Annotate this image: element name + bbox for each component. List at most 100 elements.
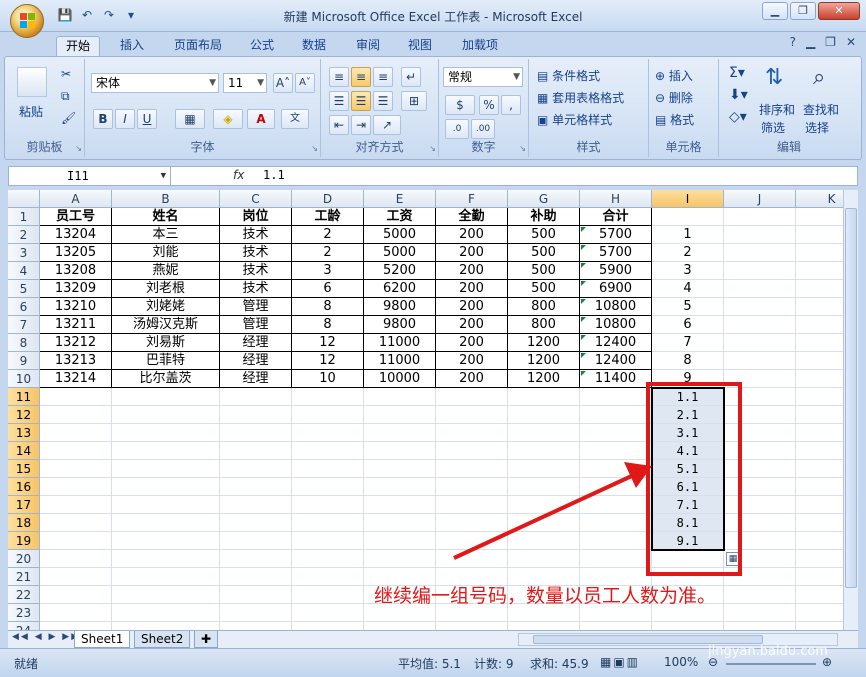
grid-cell[interactable] bbox=[40, 496, 112, 514]
grid-cell[interactable] bbox=[724, 352, 796, 370]
column-header[interactable]: F bbox=[436, 190, 508, 208]
grid-cell[interactable] bbox=[220, 496, 292, 514]
row-header[interactable]: 6 bbox=[8, 298, 40, 316]
comma-icon[interactable]: , bbox=[501, 95, 521, 115]
grid-cell[interactable] bbox=[724, 226, 796, 244]
grid-cell[interactable] bbox=[40, 604, 112, 622]
align-top-icon[interactable]: ≡ bbox=[329, 67, 349, 87]
grid-cell[interactable]: 9800 bbox=[364, 298, 436, 316]
grid-cell[interactable]: 13214 bbox=[40, 370, 112, 388]
grid-cell[interactable]: 11400 bbox=[580, 370, 652, 388]
grid-cell[interactable] bbox=[724, 244, 796, 262]
grid-cell[interactable]: 刘易斯 bbox=[112, 334, 220, 352]
grid-cell[interactable] bbox=[724, 622, 796, 630]
insert-sheet-icon[interactable]: ✚ bbox=[194, 631, 219, 648]
grid-cell[interactable]: 2 bbox=[652, 244, 724, 262]
sort-filter-label-2[interactable]: 筛选 bbox=[761, 119, 785, 136]
grid-cell[interactable] bbox=[508, 388, 580, 406]
grid-cell[interactable] bbox=[364, 532, 436, 550]
grid-cell[interactable]: 200 bbox=[436, 334, 508, 352]
grid-cell[interactable]: 200 bbox=[436, 244, 508, 262]
tab-insert[interactable]: 插入 bbox=[112, 36, 152, 56]
number-format-combo[interactable]: 常规 ▼ bbox=[443, 67, 523, 87]
font-color-icon[interactable]: A bbox=[247, 109, 275, 129]
number-launcher-icon[interactable]: ↘ bbox=[519, 144, 526, 153]
grid-cell[interactable]: 1200 bbox=[508, 352, 580, 370]
grid-cell[interactable] bbox=[436, 388, 508, 406]
grid-cell[interactable]: 10800 bbox=[580, 298, 652, 316]
column-header[interactable]: E bbox=[364, 190, 436, 208]
grid-cell[interactable] bbox=[112, 406, 220, 424]
grid-cell[interactable]: 11000 bbox=[364, 352, 436, 370]
row-header[interactable]: 3 bbox=[8, 244, 40, 262]
grid-cell[interactable]: 1200 bbox=[508, 334, 580, 352]
grid-cell[interactable]: 1 bbox=[652, 226, 724, 244]
ribbon-restore-icon[interactable]: ❐ bbox=[825, 35, 836, 49]
grid-cell[interactable] bbox=[220, 388, 292, 406]
grid-cell[interactable] bbox=[220, 622, 292, 630]
grid-cell[interactable] bbox=[796, 388, 843, 406]
grid-cell[interactable] bbox=[436, 622, 508, 630]
italic-button[interactable]: I bbox=[115, 109, 135, 129]
close-button[interactable]: ✕ bbox=[818, 2, 860, 20]
grid-cell[interactable] bbox=[580, 388, 652, 406]
grid-cell[interactable]: 工资 bbox=[364, 208, 436, 226]
percent-icon[interactable]: % bbox=[479, 95, 499, 115]
font-size-combo[interactable]: 11 ▼ bbox=[223, 73, 267, 93]
grid-cell[interactable] bbox=[40, 478, 112, 496]
grid-cell[interactable]: 全勤 bbox=[436, 208, 508, 226]
grid-cell[interactable]: 800 bbox=[508, 316, 580, 334]
grid-cell[interactable]: 500 bbox=[508, 280, 580, 298]
row-header[interactable]: 18 bbox=[8, 514, 40, 532]
office-button[interactable] bbox=[10, 4, 44, 38]
grid-cell[interactable] bbox=[112, 424, 220, 442]
grid-cell[interactable]: 13209 bbox=[40, 280, 112, 298]
grid-cell[interactable] bbox=[40, 550, 112, 568]
grid-cell[interactable]: 补助 bbox=[508, 208, 580, 226]
grid-cell[interactable] bbox=[292, 406, 364, 424]
grid-cell[interactable] bbox=[220, 406, 292, 424]
grid-cell[interactable]: 800 bbox=[508, 298, 580, 316]
grid-cell[interactable]: 10 bbox=[292, 370, 364, 388]
grid-cell[interactable] bbox=[220, 478, 292, 496]
grid-cell[interactable]: 500 bbox=[508, 226, 580, 244]
grid-cell[interactable] bbox=[364, 442, 436, 460]
cell-styles-button[interactable]: ▣ 单元格样式 bbox=[537, 111, 612, 128]
increase-decimal-icon[interactable]: .0 bbox=[445, 119, 469, 139]
grid-cell[interactable]: 13205 bbox=[40, 244, 112, 262]
grid-cell[interactable] bbox=[724, 334, 796, 352]
name-box[interactable]: I11 ▼ bbox=[9, 167, 171, 185]
cut-icon[interactable]: ✂ bbox=[61, 67, 71, 81]
grid-cell[interactable] bbox=[292, 424, 364, 442]
grid-cell[interactable] bbox=[364, 388, 436, 406]
find-select-icon[interactable]: ⌕ bbox=[813, 65, 825, 90]
grid-cell[interactable]: 4 bbox=[652, 280, 724, 298]
row-header[interactable]: 11 bbox=[8, 388, 40, 406]
grid-cell[interactable] bbox=[112, 496, 220, 514]
row-header[interactable]: 20 bbox=[8, 550, 40, 568]
grid-cell[interactable] bbox=[112, 478, 220, 496]
row-header[interactable]: 16 bbox=[8, 478, 40, 496]
row-header[interactable]: 22 bbox=[8, 586, 40, 604]
grid-cell[interactable]: 经理 bbox=[220, 352, 292, 370]
tab-review[interactable]: 审阅 bbox=[350, 36, 386, 56]
grid-cell[interactable]: 工龄 bbox=[292, 208, 364, 226]
fill-icon[interactable]: ⬇▾ bbox=[729, 87, 748, 103]
grid-cell[interactable] bbox=[796, 478, 843, 496]
grid-cell[interactable] bbox=[796, 406, 843, 424]
grid-cell[interactable] bbox=[40, 388, 112, 406]
grid-cell[interactable]: 7 bbox=[652, 334, 724, 352]
grid-cell[interactable]: 2 bbox=[292, 226, 364, 244]
column-header[interactable]: G bbox=[508, 190, 580, 208]
row-header[interactable]: 17 bbox=[8, 496, 40, 514]
grid-cell[interactable] bbox=[364, 622, 436, 630]
grid-cell[interactable] bbox=[112, 532, 220, 550]
grid-cell[interactable] bbox=[292, 604, 364, 622]
row-header[interactable]: 23 bbox=[8, 604, 40, 622]
grid-cell[interactable] bbox=[796, 262, 843, 280]
grid-cell[interactable] bbox=[508, 622, 580, 630]
grid-cell[interactable] bbox=[112, 514, 220, 532]
ribbon-minimize-icon[interactable]: ▁ bbox=[806, 35, 815, 49]
grid-cell[interactable] bbox=[292, 550, 364, 568]
grid-cell[interactable]: 燕妮 bbox=[112, 262, 220, 280]
